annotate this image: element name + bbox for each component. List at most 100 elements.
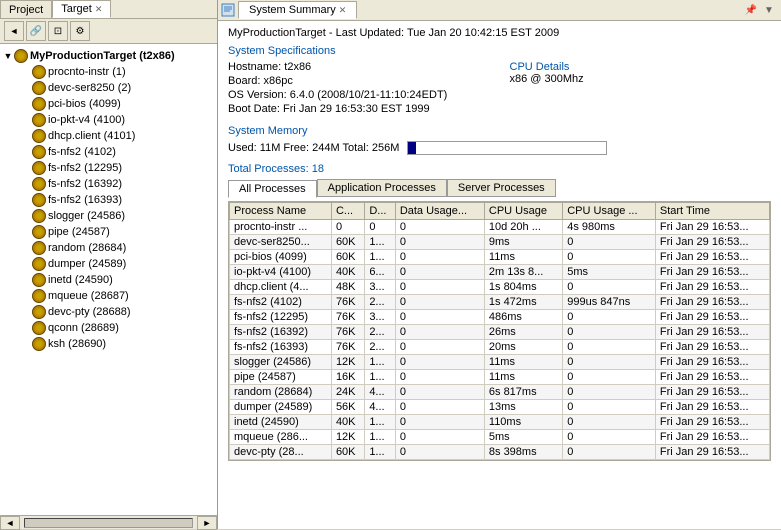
tree-child-node[interactable]: fs-nfs2 (4102) [0, 144, 217, 160]
list-item: 6... [365, 265, 396, 280]
horizontal-scrollbar[interactable]: ◄ ► [0, 515, 217, 529]
connect-button[interactable]: 🔗 [26, 21, 46, 41]
tree-child-node[interactable]: fs-nfs2 (16392) [0, 176, 217, 192]
child-gear-icon [32, 305, 46, 319]
tree-child-node[interactable]: dumper (24589) [0, 256, 217, 272]
list-item: 12K [331, 430, 364, 445]
tree-child-node[interactable]: fs-nfs2 (12295) [0, 160, 217, 176]
table-row[interactable]: pci-bios (4099)60K1...011ms0Fri Jan 29 1… [230, 250, 770, 265]
list-item: devc-ser8250... [230, 235, 332, 250]
table-column-header[interactable]: CPU Usage [484, 203, 562, 220]
tree-child-node[interactable]: ksh (28690) [0, 336, 217, 352]
list-item: 999us 847ns [563, 295, 656, 310]
tree-child-node[interactable]: inetd (24590) [0, 272, 217, 288]
tree-child-node[interactable]: fs-nfs2 (16393) [0, 192, 217, 208]
tab-project[interactable]: Project [0, 0, 52, 18]
tree-child-node[interactable]: random (28684) [0, 240, 217, 256]
table-row[interactable]: slogger (24586)12K1...011ms0Fri Jan 29 1… [230, 355, 770, 370]
tab-system-summary[interactable]: System Summary ✕ [238, 1, 357, 19]
tree-root-node[interactable]: ▼ MyProductionTarget (t2x86) [0, 48, 217, 64]
tree-child-node[interactable]: slogger (24586) [0, 208, 217, 224]
settings-button[interactable]: ⚙ [70, 21, 90, 41]
table-row[interactable]: fs-nfs2 (4102)76K2...01s 472ms999us 847n… [230, 295, 770, 310]
scroll-left-button[interactable]: ◄ [0, 516, 20, 530]
list-item: 110ms [484, 415, 562, 430]
hostname-value: t2x86 [284, 61, 311, 73]
scrollbar-track[interactable] [24, 518, 193, 528]
process-tab-1[interactable]: Application Processes [317, 179, 447, 197]
list-item: 9ms [484, 235, 562, 250]
list-item: procnto-instr ... [230, 220, 332, 235]
tree-child-node[interactable]: devc-ser8250 (2) [0, 80, 217, 96]
list-item: 3... [365, 280, 396, 295]
table-row[interactable]: fs-nfs2 (16393)76K2...020ms0Fri Jan 29 1… [230, 340, 770, 355]
list-item: 5ms [484, 430, 562, 445]
table-column-header[interactable]: D... [365, 203, 396, 220]
list-item: 11ms [484, 370, 562, 385]
table-row[interactable]: fs-nfs2 (16392)76K2...026ms0Fri Jan 29 1… [230, 325, 770, 340]
process-tab-2[interactable]: Server Processes [447, 179, 556, 197]
tree-child-node[interactable]: qconn (28689) [0, 320, 217, 336]
cpu-details-title: CPU Details [510, 61, 772, 73]
back-button[interactable]: ◄ [4, 21, 24, 41]
close-tab-icon[interactable]: ✕ [339, 5, 347, 16]
table-row[interactable]: dumper (24589)56K4...013ms0Fri Jan 29 16… [230, 400, 770, 415]
table-column-header[interactable]: Data Usage... [395, 203, 484, 220]
memory-title: System Memory [228, 125, 771, 137]
table-row[interactable]: pipe (24587)16K1...011ms0Fri Jan 29 16:5… [230, 370, 770, 385]
list-item: Fri Jan 29 16:53... [655, 280, 769, 295]
table-row[interactable]: inetd (24590)40K1...0110ms0Fri Jan 29 16… [230, 415, 770, 430]
table-row[interactable]: dhcp.client (4...48K3...01s 804ms0Fri Ja… [230, 280, 770, 295]
process-tabs: All ProcessesApplication ProcessesServer… [228, 179, 771, 197]
root-node-label: MyProductionTarget (t2x86) [30, 50, 175, 62]
specs-right: CPU Details x86 @ 300Mhz [510, 61, 772, 117]
table-row[interactable]: devc-pty (28...60K1...08s 398ms0Fri Jan … [230, 445, 770, 460]
scroll-right-button[interactable]: ► [197, 516, 217, 530]
child-gear-icon [32, 273, 46, 287]
child-gear-icon [32, 225, 46, 239]
tree-child-node[interactable]: io-pkt-v4 (4100) [0, 112, 217, 128]
list-item: 1... [365, 355, 396, 370]
list-item: dumper (24589) [230, 400, 332, 415]
list-item: 0 [563, 325, 656, 340]
table-row[interactable]: qconn (28689)1...2...024s 614ms6msFri Ja… [230, 460, 770, 462]
tree-child-node[interactable]: pipe (24587) [0, 224, 217, 240]
table-column-header[interactable]: C... [331, 203, 364, 220]
list-item: io-pkt-v4 (4100) [48, 114, 125, 126]
system-specs-title: System Specifications [228, 45, 771, 57]
tree-child-node[interactable]: devc-pty (28688) [0, 304, 217, 320]
list-item: io-pkt-v4 (4100) [230, 265, 332, 280]
list-item: 11ms [484, 250, 562, 265]
table-row[interactable]: fs-nfs2 (12295)76K3...0486ms0Fri Jan 29 … [230, 310, 770, 325]
process-count: Total Processes: 18 [228, 163, 771, 175]
list-item: 0 [395, 460, 484, 462]
list-item: 0 [395, 415, 484, 430]
tree-child-node[interactable]: mqueue (28687) [0, 288, 217, 304]
table-row[interactable]: mqueue (286...12K1...05ms0Fri Jan 29 16:… [230, 430, 770, 445]
list-item: Fri Jan 29 16:53... [655, 235, 769, 250]
pin-icon[interactable]: 📌 [743, 2, 759, 18]
list-item: 1... [365, 415, 396, 430]
tree-child-node[interactable]: dhcp.client (4101) [0, 128, 217, 144]
table-row[interactable]: procnto-instr ...00010d 20h ...4s 980msF… [230, 220, 770, 235]
menu-icon[interactable]: ▼ [761, 2, 777, 18]
table-row[interactable]: random (28684)24K4...06s 817ms0Fri Jan 2… [230, 385, 770, 400]
table-column-header[interactable]: CPU Usage ... [563, 203, 656, 220]
process-tab-0[interactable]: All Processes [228, 180, 317, 198]
table-row[interactable]: io-pkt-v4 (4100)40K6...02m 13s 8...5msFr… [230, 265, 770, 280]
expand-icon[interactable]: ▼ [2, 51, 14, 61]
list-item: ksh (28690) [48, 338, 106, 350]
process-table-wrapper: Process NameC...D...Data Usage...CPU Usa… [228, 201, 771, 461]
table-column-header[interactable]: Process Name [230, 203, 332, 220]
list-item: pipe (24587) [230, 370, 332, 385]
tree-child-node[interactable]: procnto-instr (1) [0, 64, 217, 80]
target-button[interactable]: ⊡ [48, 21, 68, 41]
table-row[interactable]: devc-ser8250...60K1...09ms0Fri Jan 29 16… [230, 235, 770, 250]
system-specs-section: System Specifications Hostname: t2x86 Bo… [228, 45, 771, 117]
bootdate-row: Boot Date: Fri Jan 29 16:53:30 EST 1999 [228, 103, 490, 115]
close-icon[interactable]: ✕ [95, 4, 103, 15]
table-column-header[interactable]: Start Time [655, 203, 769, 220]
project-tab-label: Project [9, 4, 43, 16]
tab-target[interactable]: Target ✕ [52, 0, 111, 18]
tree-child-node[interactable]: pci-bios (4099) [0, 96, 217, 112]
